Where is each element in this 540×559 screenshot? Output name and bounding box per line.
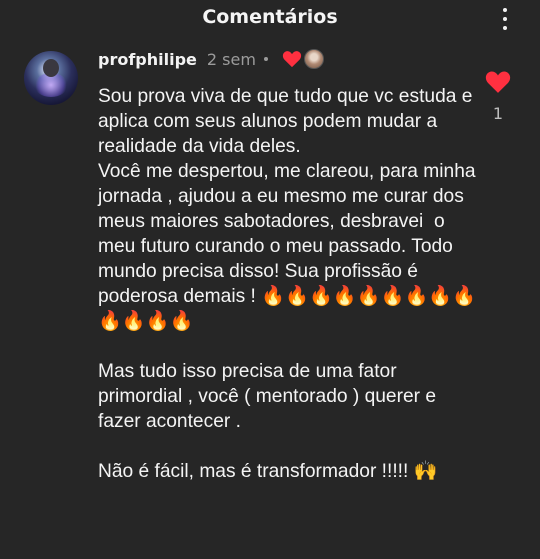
creator-heart-icon: [282, 51, 302, 68]
separator-dot: [263, 57, 268, 61]
header-title: Comentários: [202, 6, 338, 28]
comment-paragraph: Sou prova viva de que tudo que vc estuda…: [98, 86, 478, 157]
like-count: 1: [492, 104, 504, 123]
comment-paragraph: [98, 434, 478, 459]
avatar-figure: [43, 59, 59, 77]
username[interactable]: profphilipe: [98, 50, 197, 69]
kebab-dot: [503, 8, 507, 12]
creator-avatar: [303, 49, 324, 69]
avatar[interactable]: [24, 51, 78, 105]
comment-paragraph: Mas tudo isso precisa de uma fator primo…: [98, 361, 442, 432]
comment-text: Sou prova viva de que tudo que vc estuda…: [98, 84, 478, 484]
comment-paragraph: Você me despertou, me clareou, para minh…: [98, 161, 481, 332]
like-heart-icon[interactable]: [484, 70, 512, 94]
comment-paragraph: Não é fácil, mas é transformador !!!!! 🙌: [98, 461, 438, 482]
kebab-menu-icon[interactable]: [495, 6, 515, 32]
comment-paragraph: [98, 334, 478, 359]
kebab-dot: [503, 17, 507, 21]
comment-meta: profphilipe 2 sem: [98, 48, 324, 70]
comment-time: 2 sem: [206, 49, 256, 69]
kebab-dot: [503, 26, 507, 30]
comments-header: Comentários: [0, 0, 540, 36]
